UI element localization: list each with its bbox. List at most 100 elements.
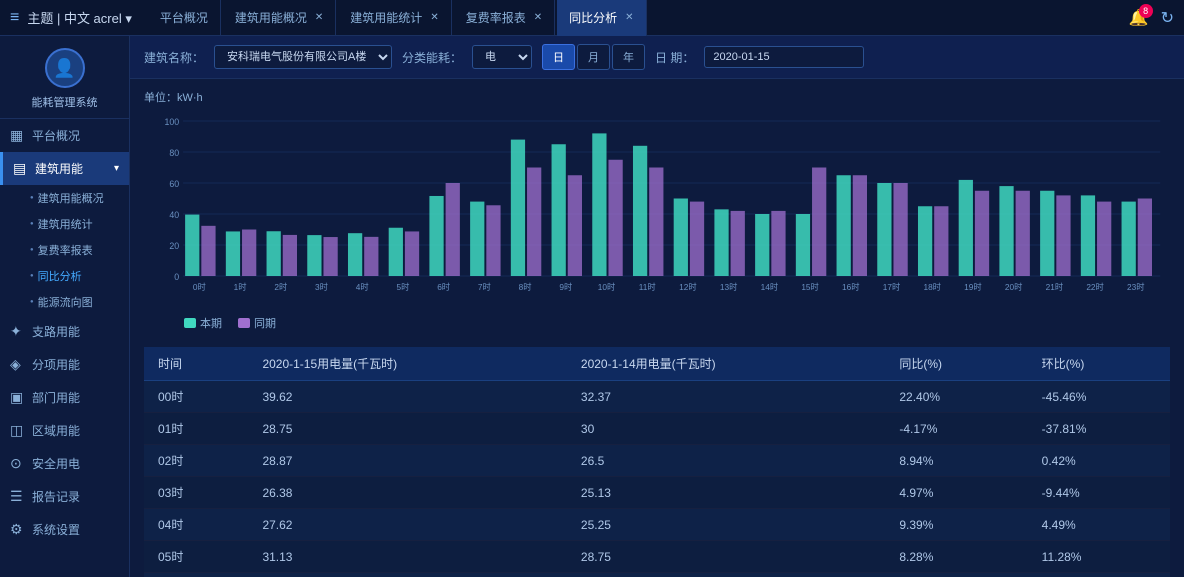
svg-text:20时: 20时: [1005, 282, 1023, 292]
table-section: 时间2020-1-15用电量(千瓦时)2020-1-14用电量(千瓦时)同比(%…: [130, 347, 1184, 577]
svg-text:1时: 1时: [234, 282, 248, 292]
table-cell: 39.71%: [1028, 573, 1170, 577]
table-cell: 26.38: [248, 477, 566, 509]
table-cell: -9.44%: [1028, 477, 1170, 509]
table-header: 时间: [144, 347, 248, 381]
svg-text:21时: 21时: [1046, 282, 1064, 292]
table-header: 2020-1-15用电量(千瓦时): [248, 347, 566, 381]
table-cell: 31.13: [248, 541, 566, 573]
svg-text:0: 0: [174, 272, 179, 282]
svg-text:20: 20: [169, 241, 179, 251]
sidebar-sub-item-0[interactable]: 建筑用能概况: [20, 185, 129, 211]
table-cell: 0.42%: [1028, 445, 1170, 477]
building-label: 建筑名称：: [144, 49, 204, 66]
tab-复费率报表[interactable]: 复费率报表 ✕: [454, 0, 555, 36]
svg-text:5时: 5时: [396, 282, 410, 292]
sidebar-item-0[interactable]: ▦平台概况: [0, 119, 129, 152]
table-cell: 8.94%: [885, 445, 1027, 477]
legend-prev-label: 同期: [254, 315, 276, 331]
svg-text:8时: 8时: [519, 282, 533, 292]
tab-close-复费率报表[interactable]: ✕: [534, 12, 542, 23]
svg-text:15时: 15时: [801, 282, 819, 292]
tab-建筑用能概况[interactable]: 建筑用能概况 ✕: [223, 0, 336, 36]
table-header: 2020-1-14用电量(千瓦时): [567, 347, 885, 381]
sidebar-label-0: 平台概况: [32, 127, 80, 144]
sidebar-item-6[interactable]: ⊙安全用电: [0, 447, 129, 480]
table-cell: -4.17%: [885, 413, 1027, 445]
table-cell: 51.63: [248, 573, 566, 577]
tab-平台概况[interactable]: 平台概况: [148, 0, 221, 36]
btn-hour[interactable]: 日: [542, 44, 575, 70]
main-layout: 👤 能耗管理系统 ▦平台概况▤建筑用能▾建筑用能概况建筑用统计复费率报表同比分析…: [0, 36, 1184, 577]
sidebar-sub-item-3[interactable]: 同比分析: [20, 263, 129, 289]
data-table: 时间2020-1-15用电量(千瓦时)2020-1-14用电量(千瓦时)同比(%…: [144, 347, 1170, 577]
btn-year[interactable]: 年: [612, 44, 645, 70]
tab-close-同比分析[interactable]: ✕: [625, 12, 633, 23]
svg-text:12时: 12时: [679, 282, 697, 292]
svg-text:0时: 0时: [193, 282, 207, 292]
sidebar-icon-2: ✦: [10, 323, 26, 340]
svg-text:16时: 16时: [842, 282, 860, 292]
chart-legend: 本期 同期: [144, 315, 1170, 331]
chart-unit: 单位：kW·h: [144, 89, 1170, 105]
btn-month[interactable]: 月: [577, 44, 610, 70]
table-row: 03时26.3825.134.97%-9.44%: [144, 477, 1170, 509]
menu-icon[interactable]: ≡: [10, 9, 19, 27]
sidebar-label-8: 系统设置: [32, 521, 80, 538]
sidebar-label-6: 安全用电: [32, 455, 80, 472]
topbar: ≡ 主题 | 中文 acrel ▾ 平台概况建筑用能概况 ✕建筑用能统计 ✕复费…: [0, 0, 1184, 36]
legend-prev-dot: [238, 318, 250, 328]
sidebar-label-1: 建筑用能: [35, 160, 83, 177]
svg-text:18时: 18时: [923, 282, 941, 292]
table-cell: 06时: [144, 573, 248, 577]
table-cell: 30: [567, 413, 885, 445]
sidebar-icon-3: ◈: [10, 356, 26, 373]
table-cell: 28.87: [248, 445, 566, 477]
svg-text:22时: 22时: [1086, 282, 1104, 292]
table-cell: 9.39%: [885, 509, 1027, 541]
category-select[interactable]: 电: [472, 45, 532, 69]
sidebar-item-1[interactable]: ▤建筑用能▾: [0, 152, 129, 185]
sidebar-item-7[interactable]: ☰报告记录: [0, 480, 129, 513]
table-cell: 32.37: [567, 381, 885, 413]
tab-close-建筑用能概况[interactable]: ✕: [315, 12, 323, 23]
svg-text:9时: 9时: [559, 282, 573, 292]
sidebar-label-2: 支路用能: [32, 323, 80, 340]
sidebar-sub-1: 建筑用能概况建筑用统计复费率报表同比分析能源流向图: [0, 185, 129, 315]
sidebar-item-8[interactable]: ⚙系统设置: [0, 513, 129, 546]
table-cell: 22.40%: [885, 381, 1027, 413]
category-label: 分类能耗：: [402, 49, 462, 66]
table-row: 01时28.7530-4.17%-37.81%: [144, 413, 1170, 445]
table-cell: 28.75: [248, 413, 566, 445]
table-cell: 02时: [144, 445, 248, 477]
sidebar-items: ▦平台概况▤建筑用能▾建筑用能概况建筑用统计复费率报表同比分析能源流向图✦支路用…: [0, 119, 129, 546]
svg-text:17时: 17时: [883, 282, 901, 292]
refresh-icon[interactable]: ↻: [1161, 8, 1174, 28]
sidebar-sub-item-4[interactable]: 能源流向图: [20, 289, 129, 315]
notification-icon[interactable]: 🔔 8: [1129, 8, 1149, 28]
notification-badge: 8: [1139, 4, 1153, 18]
svg-text:4时: 4时: [356, 282, 370, 292]
table-cell: 01时: [144, 413, 248, 445]
sidebar-item-2[interactable]: ✦ 支路用能: [0, 315, 129, 348]
sidebar-icon-1: ▤: [13, 160, 29, 177]
svg-text:80: 80: [169, 148, 179, 158]
sidebar-sub-item-1[interactable]: 建筑用统计: [20, 211, 129, 237]
sidebar-sub-item-2[interactable]: 复费率报表: [20, 237, 129, 263]
svg-text:60: 60: [169, 179, 179, 189]
date-input[interactable]: [704, 46, 864, 68]
tab-建筑用能统计[interactable]: 建筑用能统计 ✕: [338, 0, 451, 36]
building-select[interactable]: 安科瑞电气股份有限公司A楼: [214, 45, 392, 69]
tab-同比分析[interactable]: 同比分析 ✕: [557, 0, 646, 36]
tab-bar: 平台概况建筑用能概况 ✕建筑用能统计 ✕复费率报表 ✕同比分析 ✕: [148, 0, 1129, 36]
tab-close-建筑用能统计[interactable]: ✕: [430, 12, 438, 23]
table-row: 05时31.1328.758.28%11.28%: [144, 541, 1170, 573]
table-cell: 26.5: [567, 445, 885, 477]
table-cell: 04时: [144, 509, 248, 541]
svg-text:2时: 2时: [274, 282, 288, 292]
sidebar-item-5[interactable]: ◫区域用能: [0, 414, 129, 447]
sidebar-label-7: 报告记录: [32, 488, 80, 505]
table-row: 06时51.6360-13.95%39.71%: [144, 573, 1170, 577]
sidebar-item-3[interactable]: ◈分项用能: [0, 348, 129, 381]
sidebar-item-4[interactable]: ▣部门用能: [0, 381, 129, 414]
